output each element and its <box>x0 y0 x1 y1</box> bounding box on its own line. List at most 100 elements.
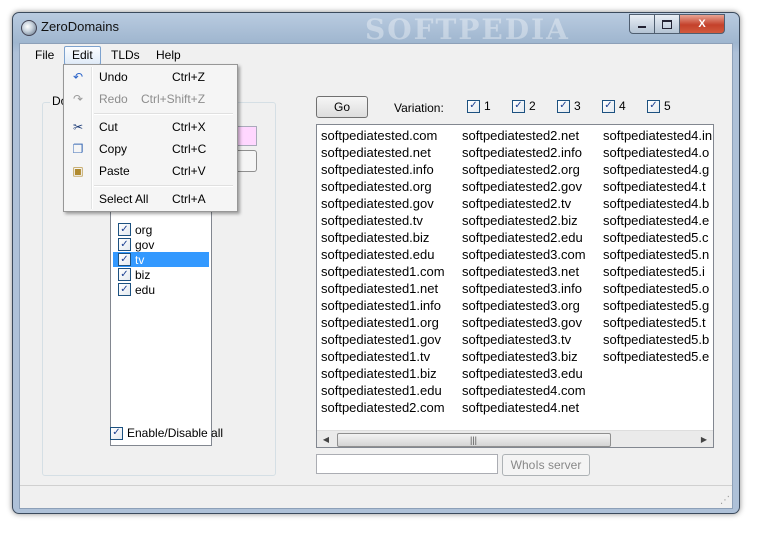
result-item[interactable]: softpediatested3.com <box>462 246 586 263</box>
enable-all-label: Enable/Disable all <box>127 426 224 440</box>
app-icon[interactable] <box>21 20 37 36</box>
result-item[interactable]: softpediatested3.tv <box>462 331 586 348</box>
tld-item-tv[interactable]: ✓ tv <box>113 252 209 267</box>
result-item[interactable]: softpediatested1.edu <box>321 382 445 399</box>
result-item[interactable]: softpediatested2.org <box>462 161 586 178</box>
minimize-button[interactable] <box>629 14 655 34</box>
result-item[interactable]: softpediatested.net <box>321 144 445 161</box>
resize-grip-icon[interactable]: ⋰ <box>720 495 730 506</box>
tld-checkbox-biz[interactable]: ✓ <box>118 268 131 281</box>
menu-file[interactable]: File <box>28 47 61 64</box>
scroll-left-icon[interactable]: ◀ <box>319 432 333 446</box>
result-item[interactable]: softpediatested1.net <box>321 280 445 297</box>
menu-edit[interactable]: Edit <box>64 46 101 65</box>
result-item[interactable]: softpediatested2.net <box>462 127 586 144</box>
variation-5-checkbox[interactable]: ✓ 5 <box>642 99 671 113</box>
result-item[interactable]: softpediatested5.e <box>603 348 712 365</box>
variation-1-checkbox[interactable]: ✓ 1 <box>462 99 491 113</box>
maximize-button[interactable] <box>654 14 680 34</box>
result-item[interactable]: softpediatested5.g <box>603 297 712 314</box>
result-item[interactable]: softpediatested.tv <box>321 212 445 229</box>
tld-label: gov <box>135 237 155 252</box>
check-icon[interactable]: ✓ <box>512 99 525 113</box>
enable-all-checkbox[interactable]: ✓ Enable/Disable all <box>110 426 223 440</box>
variation-2-checkbox[interactable]: ✓ 2 <box>507 99 536 113</box>
result-item[interactable]: softpediatested2.edu <box>462 229 586 246</box>
result-item[interactable]: softpediatested4.t <box>603 178 712 195</box>
title-bar[interactable]: ZeroDomains SOFTPEDIA X <box>13 13 739 46</box>
variation-label-1: 1 <box>484 99 491 113</box>
result-item[interactable]: softpediatested3.info <box>462 280 586 297</box>
menu-item-select-all[interactable]: Select All Ctrl+A <box>66 188 235 210</box>
menu-help[interactable]: Help <box>149 47 188 64</box>
enable-all-check-icon[interactable]: ✓ <box>110 426 123 440</box>
result-item[interactable]: softpediatested1.biz <box>321 365 445 382</box>
result-item[interactable]: softpediatested4.e <box>603 212 712 229</box>
menu-item-undo[interactable]: ↶ Undo Ctrl+Z <box>66 66 235 88</box>
menu-item-label: Undo <box>99 70 128 84</box>
variation-3-checkbox[interactable]: ✓ 3 <box>552 99 581 113</box>
result-item[interactable]: softpediatested3.org <box>462 297 586 314</box>
whois-input[interactable] <box>316 454 498 474</box>
tld-checkbox-tv[interactable]: ✓ <box>118 253 131 266</box>
menu-tlds[interactable]: TLDs <box>104 47 147 64</box>
result-item[interactable]: softpediatested3.edu <box>462 365 586 382</box>
result-item[interactable]: softpediatested4.net <box>462 399 586 416</box>
result-item[interactable]: softpediatested4.in <box>603 127 712 144</box>
close-button[interactable]: X <box>679 14 725 34</box>
result-item[interactable]: softpediatested4.com <box>462 382 586 399</box>
result-item[interactable]: softpediatested3.gov <box>462 314 586 331</box>
tld-checkbox-org[interactable]: ✓ <box>118 223 131 236</box>
result-item[interactable]: softpediatested5.t <box>603 314 712 331</box>
horizontal-scrollbar[interactable]: ◀ ||| ▶ <box>317 430 713 447</box>
tld-checkbox-gov[interactable]: ✓ <box>118 238 131 251</box>
result-item[interactable]: softpediatested5.i <box>603 263 712 280</box>
scroll-right-icon[interactable]: ▶ <box>697 432 711 446</box>
result-item[interactable]: softpediatested.org <box>321 178 445 195</box>
result-item[interactable]: softpediatested1.info <box>321 297 445 314</box>
menu-item-paste[interactable]: ▣ Paste Ctrl+V <box>66 160 235 182</box>
result-item[interactable]: softpediatested5.o <box>603 280 712 297</box>
result-item[interactable]: softpediatested3.net <box>462 263 586 280</box>
results-list[interactable]: softpediatested.com softpediatested.net so… <box>316 124 714 448</box>
result-item[interactable]: softpediatested1.com <box>321 263 445 280</box>
result-item[interactable]: softpediatested4.b <box>603 195 712 212</box>
results-column-2: softpediatested2.net softpediatested2.inf… <box>462 127 586 416</box>
check-icon[interactable]: ✓ <box>557 99 570 113</box>
tld-checkbox-edu[interactable]: ✓ <box>118 283 131 296</box>
result-item[interactable]: softpediatested5.b <box>603 331 712 348</box>
result-item[interactable]: softpediatested1.org <box>321 314 445 331</box>
menu-item-cut[interactable]: ✂ Cut Ctrl+X <box>66 116 235 138</box>
result-item[interactable]: softpediatested.edu <box>321 246 445 263</box>
variation-4-checkbox[interactable]: ✓ 4 <box>597 99 626 113</box>
check-icon[interactable]: ✓ <box>602 99 615 113</box>
tld-item-gov[interactable]: ✓ gov <box>113 237 209 252</box>
result-item[interactable]: softpediatested2.info <box>462 144 586 161</box>
menu-item-redo[interactable]: ↷ Redo Ctrl+Shift+Z <box>66 88 235 110</box>
result-item[interactable]: softpediatested.biz <box>321 229 445 246</box>
menu-item-copy[interactable]: ❐ Copy Ctrl+C <box>66 138 235 160</box>
result-item[interactable]: softpediatested5.c <box>603 229 712 246</box>
result-item[interactable]: softpediatested.com <box>321 127 445 144</box>
result-item[interactable]: softpediatested1.tv <box>321 348 445 365</box>
go-button[interactable]: Go <box>316 96 368 118</box>
result-item[interactable]: softpediatested.gov <box>321 195 445 212</box>
check-icon[interactable]: ✓ <box>647 99 660 113</box>
result-item[interactable]: softpediatested2.gov <box>462 178 586 195</box>
result-item[interactable]: softpediatested.info <box>321 161 445 178</box>
result-item[interactable]: softpediatested2.tv <box>462 195 586 212</box>
result-item[interactable]: softpediatested2.biz <box>462 212 586 229</box>
scroll-thumb[interactable]: ||| <box>337 433 611 447</box>
tld-list[interactable]: ✓ org ✓ gov ✓ tv ✓ biz ✓ edu <box>110 194 212 446</box>
result-item[interactable]: softpediatested2.com <box>321 399 445 416</box>
result-item[interactable]: softpediatested5.n <box>603 246 712 263</box>
tld-item-biz[interactable]: ✓ biz <box>113 267 209 282</box>
result-item[interactable]: softpediatested4.o <box>603 144 712 161</box>
tld-item-org[interactable]: ✓ org <box>113 222 209 237</box>
result-item[interactable]: softpediatested1.gov <box>321 331 445 348</box>
result-item[interactable]: softpediatested4.g <box>603 161 712 178</box>
whois-server-button[interactable]: WhoIs server <box>502 454 590 476</box>
tld-item-edu[interactable]: ✓ edu <box>113 282 209 297</box>
check-icon[interactable]: ✓ <box>467 99 480 113</box>
result-item[interactable]: softpediatested3.biz <box>462 348 586 365</box>
